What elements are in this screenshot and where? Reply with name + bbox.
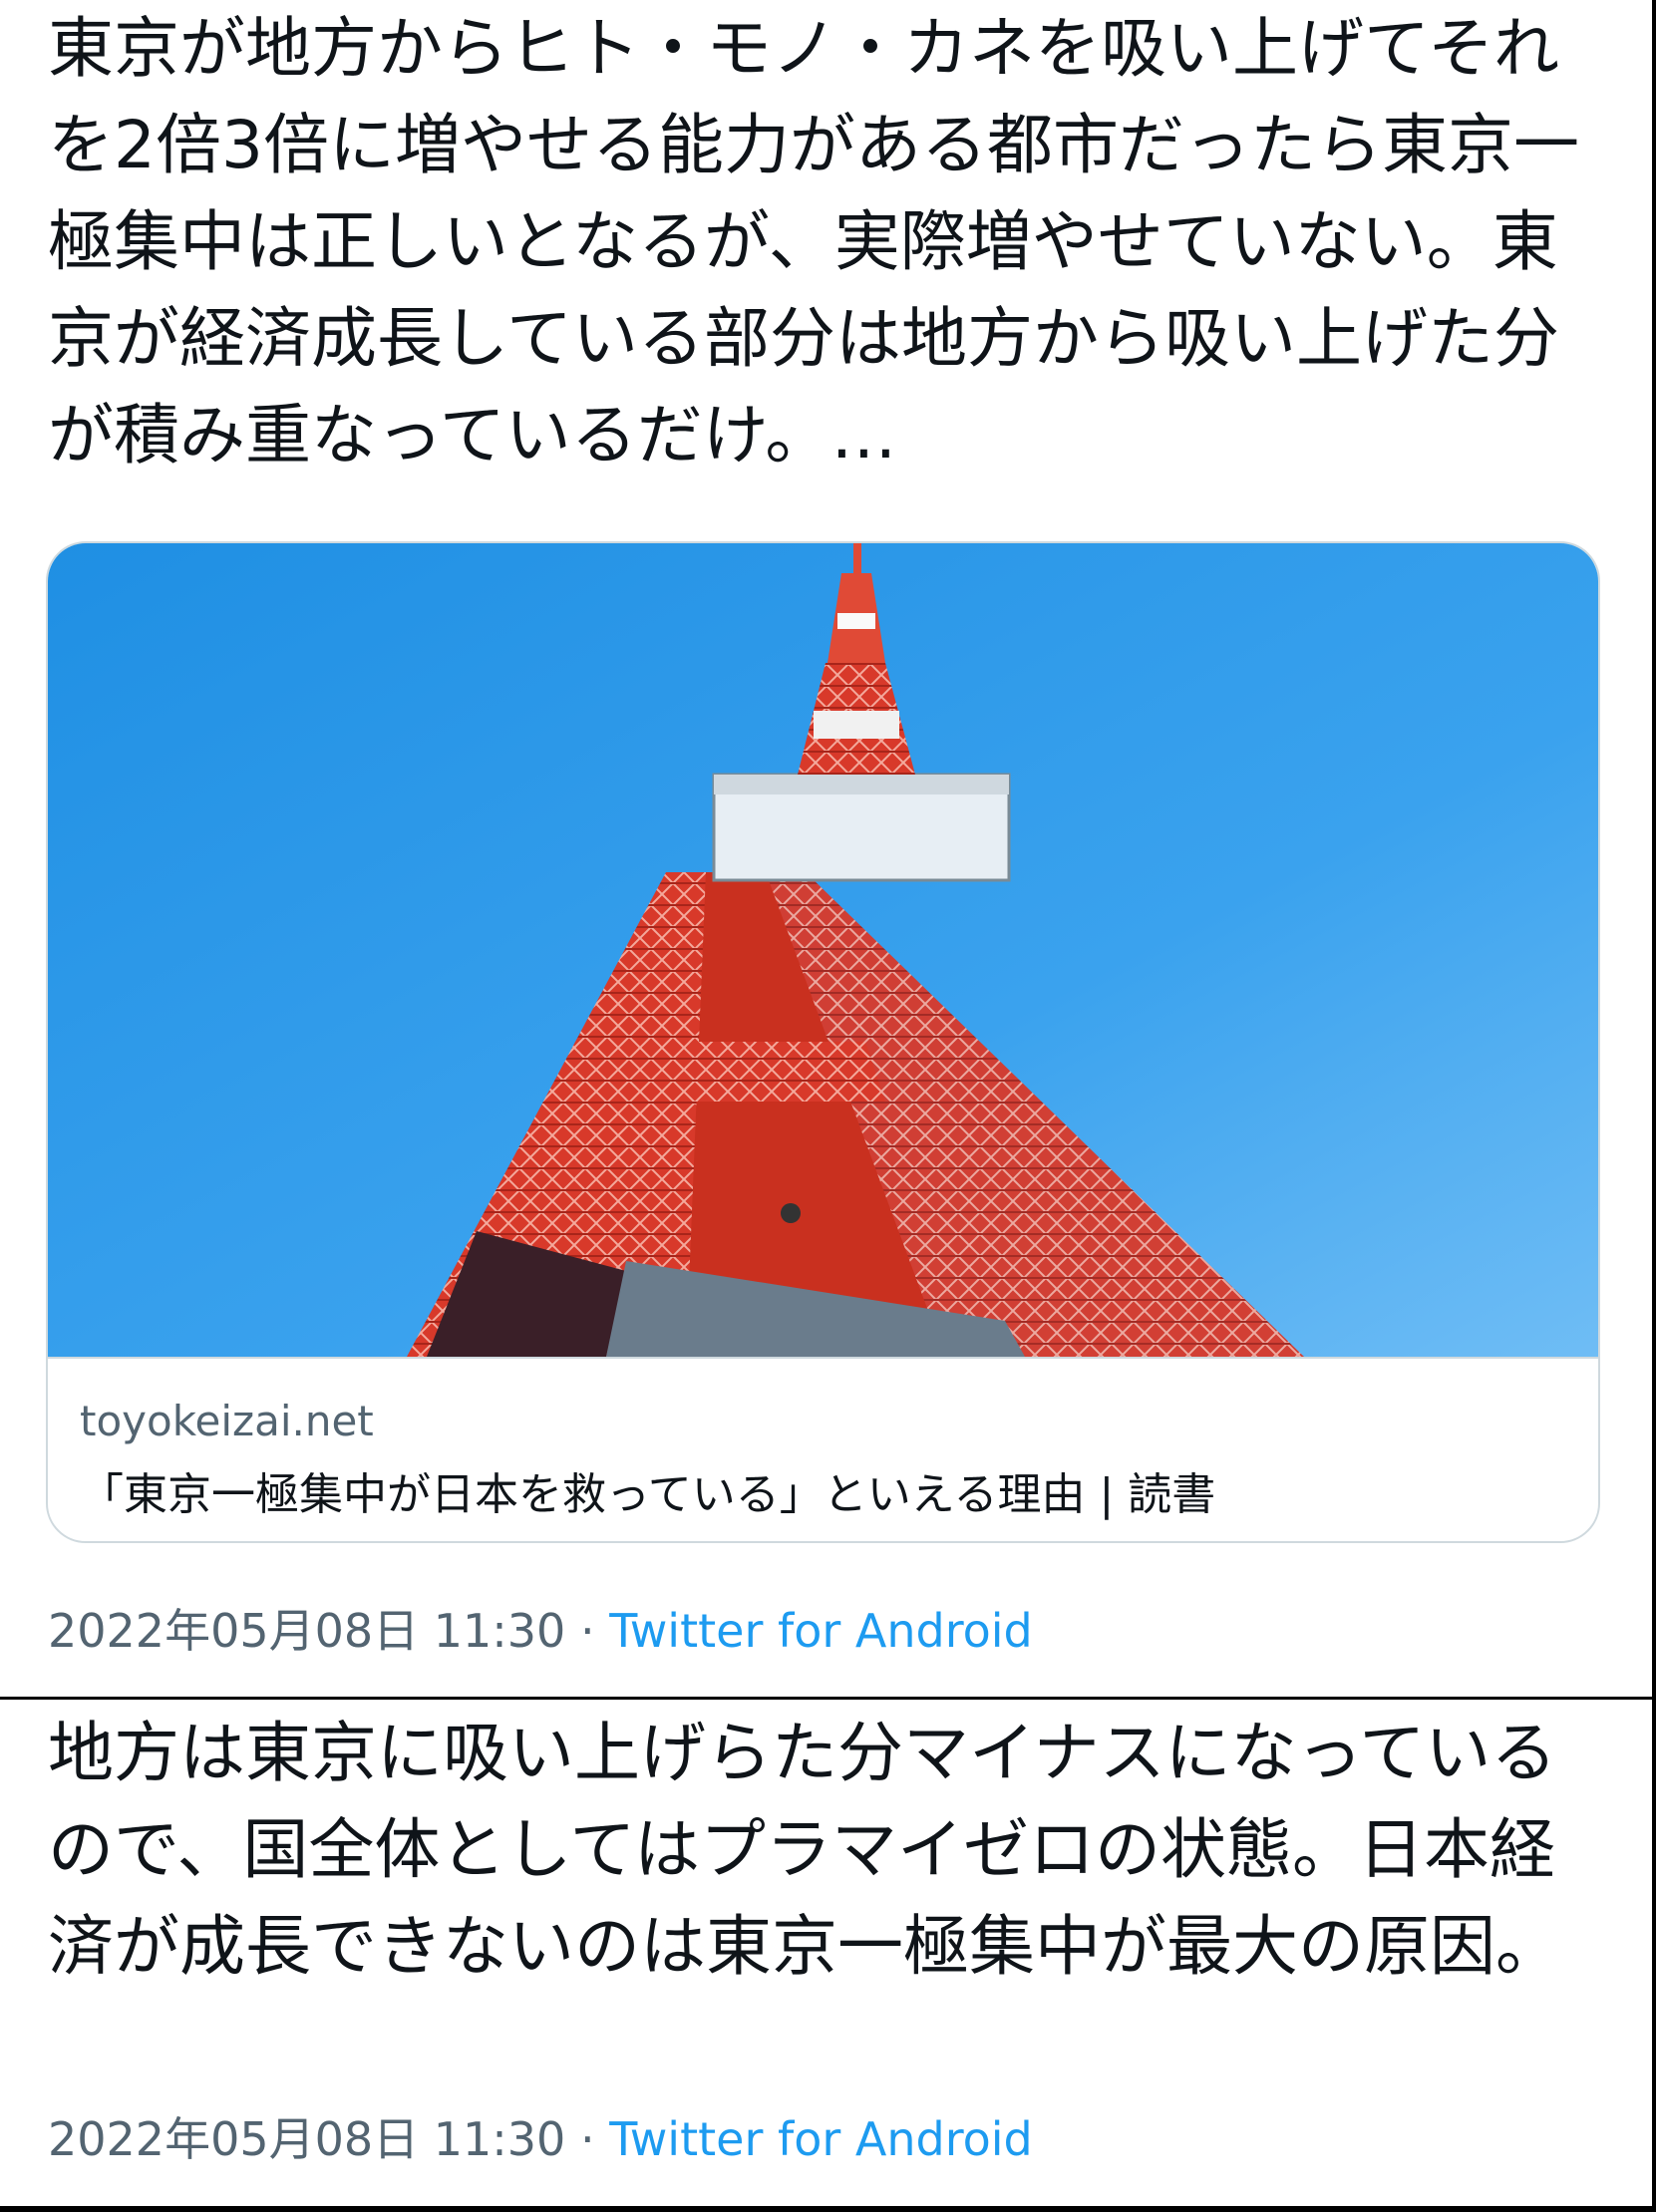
right-border [1652, 0, 1656, 2212]
link-card[interactable]: toyokeizai.net 「東京一極集中が日本を救っている」といえる理由 |… [46, 541, 1600, 1543]
tweet-divider [0, 1697, 1656, 1700]
tweet-source-link-2[interactable]: Twitter for Android [609, 2112, 1033, 2166]
meta-separator: · [579, 1604, 595, 1658]
card-domain: toyokeizai.net [80, 1397, 374, 1445]
bottom-border [0, 2206, 1656, 2212]
tweet-text-2: 地方は東京に吸い上げらた分マイナスになっているので、国全体としてはプラマイゼロの… [48, 1715, 1561, 1985]
tweet-source-link[interactable]: Twitter for Android [609, 1604, 1033, 1658]
tweet-text: 東京が地方からヒト・モノ・カネを吸い上げてそれを2倍3倍に増やせる能力がある都市… [48, 10, 1579, 474]
tweet-timestamp[interactable]: 2022年05月08日 11:30 [48, 1604, 565, 1658]
card-image[interactable] [48, 543, 1598, 1357]
card-meta: toyokeizai.net 「東京一極集中が日本を救っている」といえる理由 |… [48, 1357, 1598, 1541]
tweet-meta: 2022年05月08日 11:30 · Twitter for Android [48, 1595, 1033, 1661]
tweet-timestamp-2[interactable]: 2022年05月08日 11:30 [48, 2112, 565, 2166]
card-title[interactable]: 「東京一極集中が日本を救っている」といえる理由 | 読書 [80, 1458, 1215, 1522]
meta-separator-2: · [579, 2112, 595, 2166]
tweet-meta-2: 2022年05月08日 11:30 · Twitter for Android [48, 2103, 1033, 2169]
